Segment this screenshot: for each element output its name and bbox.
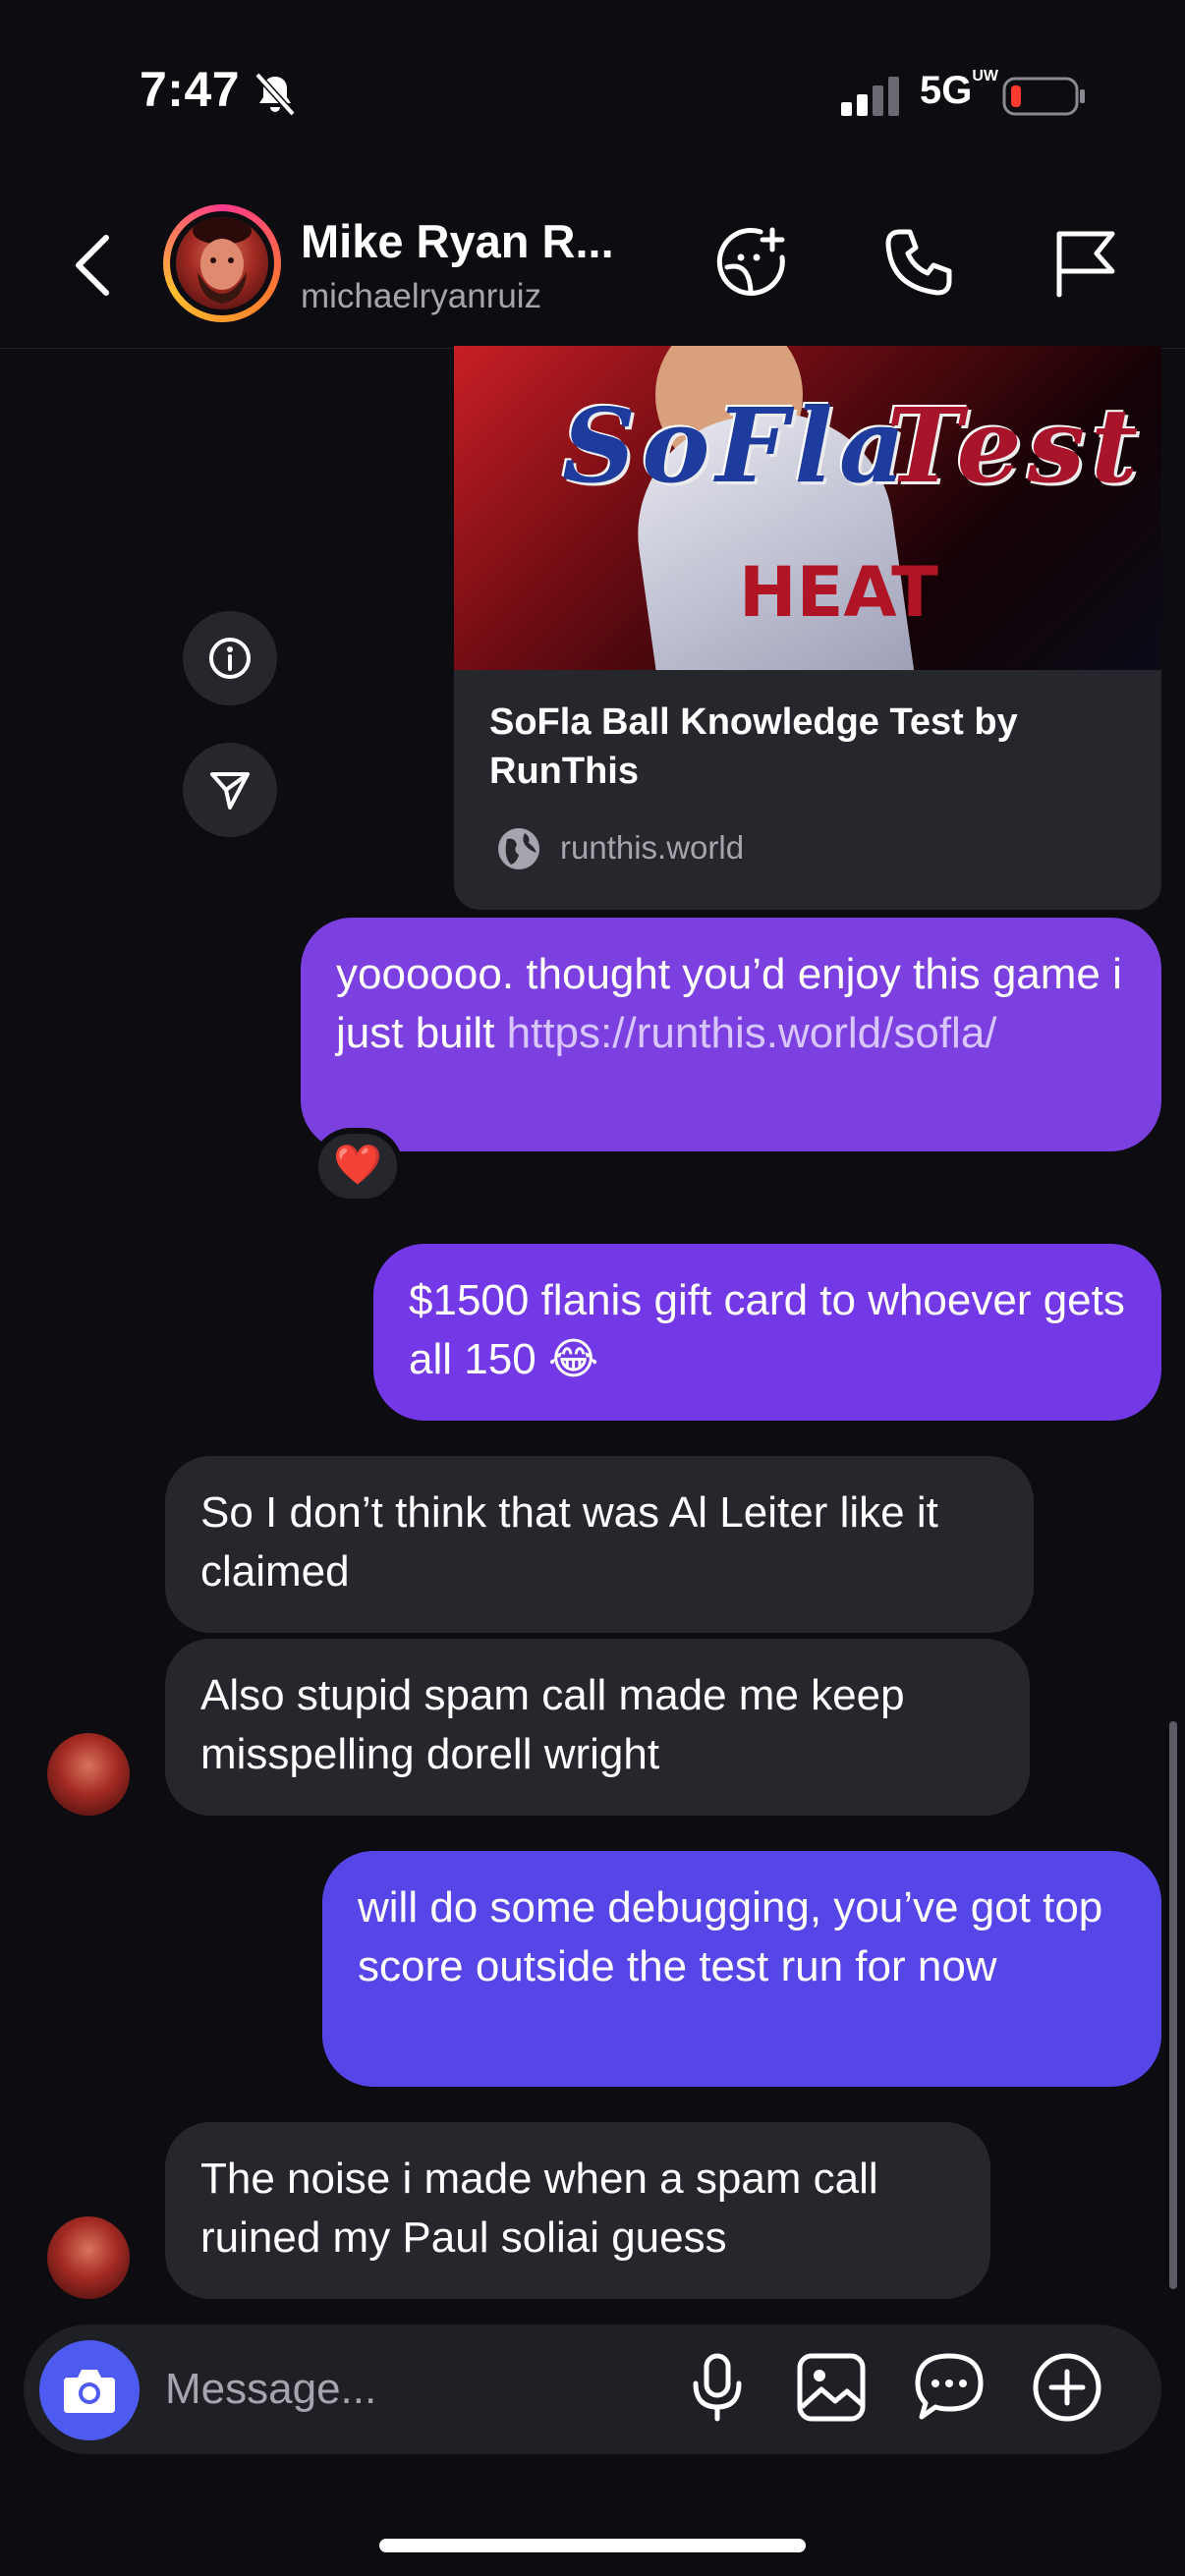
send-icon — [183, 743, 277, 837]
link-preview-domain: runthis.world — [560, 829, 745, 866]
logo-test: Test — [886, 385, 1145, 506]
contact-name[interactable]: Mike Ryan R... — [301, 214, 614, 268]
sender-avatar[interactable] — [47, 1733, 130, 1816]
microphone-icon[interactable] — [680, 2350, 755, 2425]
flag-icon[interactable] — [1045, 222, 1126, 303]
link-preview-card[interactable]: HEAT SoFla Test SoFla Ball Knowledge Tes… — [454, 346, 1161, 910]
logo-text-right: Test — [886, 385, 1144, 506]
message-text: Also stupid spam call made me keep missp… — [200, 1671, 905, 1778]
network-suffix: UW — [972, 68, 999, 84]
message-bubble-incoming[interactable]: So I don’t think that was Al Leiter like… — [165, 1456, 1034, 1633]
bell-slash-icon — [252, 71, 299, 118]
message-text: The noise i made when a spam call ruined… — [200, 2155, 878, 2262]
jersey-lettering: HEAT — [739, 552, 938, 633]
contact-username[interactable]: michaelryanruiz — [301, 277, 541, 316]
battery-icon — [1002, 75, 1087, 118]
message-bubble-outgoing[interactable]: yoooooo. thought you’d enjoy this game i… — [301, 918, 1161, 1151]
sticker-plus-icon[interactable] — [711, 222, 792, 303]
reaction-heart-icon: ❤️ — [333, 1144, 382, 1187]
logo-text-left: SoFla — [562, 385, 911, 506]
message-text: will do some debugging, you’ve got top s… — [358, 1883, 1103, 1990]
home-indicator[interactable] — [379, 2539, 806, 2552]
info-button[interactable] — [183, 611, 277, 705]
globe-icon — [495, 825, 542, 872]
plus-circle-icon[interactable] — [1030, 2350, 1104, 2425]
phone-icon[interactable] — [878, 222, 959, 303]
info-icon — [183, 611, 277, 705]
message-input[interactable] — [165, 2354, 676, 2425]
message-link[interactable]: https://runthis.world/sofla/ — [507, 1009, 997, 1057]
message-bubble-incoming[interactable]: The noise i made when a spam call ruined… — [165, 2122, 990, 2299]
sender-avatar[interactable] — [47, 2216, 130, 2299]
camera-button[interactable] — [39, 2340, 140, 2440]
share-button[interactable] — [183, 743, 277, 837]
image-icon[interactable] — [794, 2350, 869, 2425]
logo-sofla: SoFla — [562, 385, 912, 506]
link-preview-image[interactable]: HEAT SoFla Test — [454, 346, 1161, 670]
signal-strength-icon — [841, 77, 902, 116]
message-text: $1500 flanis gift card to whoever gets a… — [409, 1276, 1125, 1383]
camera-icon — [39, 2340, 140, 2440]
message-bubble-outgoing[interactable]: will do some debugging, you’ve got top s… — [322, 1851, 1161, 2087]
chevron-left-icon[interactable] — [69, 232, 118, 299]
link-preview-title: SoFla Ball Knowledge Test by RunThis — [489, 701, 1018, 792]
status-time: 7:47 — [140, 62, 241, 117]
scrollbar[interactable] — [1169, 1721, 1177, 2289]
network-indicator: 5GUW — [920, 69, 998, 113]
message-bubble-outgoing[interactable]: $1500 flanis gift card to whoever gets a… — [373, 1244, 1161, 1421]
message-bubble-incoming[interactable]: Also stupid spam call made me keep missp… — [165, 1639, 1030, 1816]
avatar[interactable] — [176, 217, 268, 309]
chat-bubble-icon[interactable] — [912, 2350, 987, 2425]
network-label: 5G — [920, 69, 973, 112]
heart-reaction[interactable]: ❤️ — [312, 1128, 403, 1204]
message-text: So I don’t think that was Al Leiter like… — [200, 1488, 938, 1596]
